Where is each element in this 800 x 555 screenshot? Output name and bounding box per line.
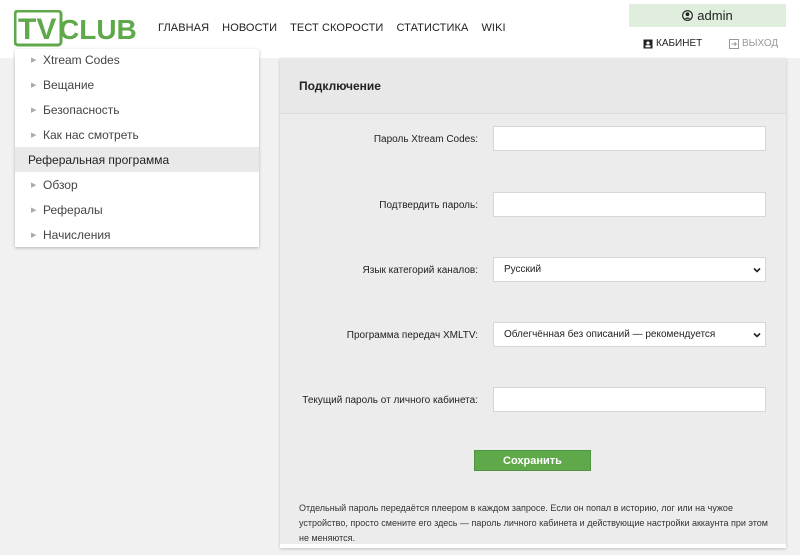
sidebar-item-xtream-codes[interactable]: ▶ Xtream Codes bbox=[15, 49, 259, 72]
tvclub-logo[interactable]: TV CLUB bbox=[14, 10, 140, 48]
xmltv-program-value: Облегчённая без описаний — рекомендуется bbox=[504, 329, 716, 340]
chevron-down-icon bbox=[753, 267, 761, 273]
cabinet-icon bbox=[643, 39, 653, 48]
channel-language-select[interactable]: Русский bbox=[493, 257, 766, 282]
current-password-input[interactable] bbox=[493, 387, 766, 412]
nav-wiki[interactable]: WIKI bbox=[481, 22, 505, 34]
logo-club-text: CLUB bbox=[59, 14, 137, 45]
sidebar-item-label: Как нас смотреть bbox=[43, 127, 139, 142]
main-nav: ГЛАВНАЯ НОВОСТИ ТЕСТ СКОРОСТИ СТАТИСТИКА… bbox=[158, 22, 519, 34]
xmltv-program-select[interactable]: Облегчённая без описаний — рекомендуется bbox=[493, 322, 766, 347]
exit-link[interactable]: ВЫХОД bbox=[729, 38, 778, 49]
sidebar-item-how-to-watch[interactable]: ▶ Как нас смотреть bbox=[15, 122, 259, 147]
sidebar: ▶ Xtream Codes ▶ Вещание ▶ Безопасность … bbox=[15, 49, 259, 247]
sidebar-section-referral[interactable]: Реферальная программа bbox=[15, 147, 259, 172]
triangle-right-icon: ▶ bbox=[31, 181, 37, 189]
triangle-right-icon: ▶ bbox=[31, 206, 37, 214]
triangle-right-icon: ▶ bbox=[31, 56, 37, 64]
sidebar-item-label: Xtream Codes bbox=[43, 52, 120, 67]
triangle-right-icon: ▶ bbox=[31, 131, 37, 139]
cabinet-label: КАБИНЕТ bbox=[656, 38, 703, 49]
channel-language-value: Русский bbox=[504, 264, 542, 275]
sidebar-item-label: Вещание bbox=[43, 77, 95, 92]
sidebar-item-broadcast[interactable]: ▶ Вещание bbox=[15, 72, 259, 97]
nav-speed-test[interactable]: ТЕСТ СКОРОСТИ bbox=[290, 22, 383, 34]
sidebar-item-overview[interactable]: ▶ Обзор bbox=[15, 172, 259, 197]
exit-icon bbox=[729, 38, 739, 49]
connection-form: Пароль Xtream Codes: Подтвердить пароль:… bbox=[280, 114, 786, 544]
panel-title: Подключение bbox=[299, 79, 381, 93]
cabinet-link[interactable]: КАБИНЕТ bbox=[643, 38, 702, 49]
save-button[interactable]: Сохранить bbox=[474, 450, 591, 471]
sidebar-item-security[interactable]: ▶ Безопасность bbox=[15, 97, 259, 122]
sidebar-item-label: Безопасность bbox=[43, 102, 120, 117]
user-name: admin bbox=[697, 8, 733, 23]
logo-tv-text: TV bbox=[18, 13, 56, 46]
xtream-password-input[interactable] bbox=[493, 126, 766, 151]
xtream-password-label: Пароль Xtream Codes: bbox=[373, 134, 478, 145]
exit-label: ВЫХОД bbox=[742, 38, 779, 49]
sidebar-item-accruals[interactable]: ▶ Начисления bbox=[15, 222, 259, 247]
sidebar-item-referrals[interactable]: ▶ Рефералы bbox=[15, 197, 259, 222]
info-note: Отдельный пароль передаётся плеером в ка… bbox=[299, 503, 768, 543]
xmltv-program-label: Программа передач XMLTV: bbox=[346, 330, 478, 341]
current-password-label: Текущий пароль от личного кабинета: bbox=[302, 395, 478, 406]
panel-header: Подключение bbox=[280, 58, 786, 114]
sidebar-item-label: Рефералы bbox=[43, 202, 103, 217]
confirm-password-label: Подтвердить пароль: bbox=[379, 200, 478, 211]
sidebar-item-label: Обзор bbox=[43, 177, 78, 192]
user-circle-icon bbox=[682, 10, 694, 21]
nav-home[interactable]: ГЛАВНАЯ bbox=[158, 22, 209, 34]
user-menu[interactable]: admin bbox=[629, 4, 786, 27]
triangle-right-icon: ▶ bbox=[31, 106, 37, 114]
sidebar-item-label: Начисления bbox=[43, 227, 111, 242]
chevron-down-icon bbox=[753, 332, 761, 338]
connection-panel: Подключение Пароль Xtream Codes: Подтвер… bbox=[280, 58, 786, 548]
nav-news[interactable]: НОВОСТИ bbox=[222, 22, 277, 34]
sidebar-section-label: Реферальная программа bbox=[28, 152, 170, 167]
nav-statistics[interactable]: СТАТИСТИКА bbox=[396, 22, 468, 34]
confirm-password-input[interactable] bbox=[493, 192, 766, 217]
triangle-right-icon: ▶ bbox=[31, 81, 37, 89]
channel-language-label: Язык категорий каналов: bbox=[362, 265, 478, 276]
triangle-right-icon: ▶ bbox=[31, 231, 37, 239]
